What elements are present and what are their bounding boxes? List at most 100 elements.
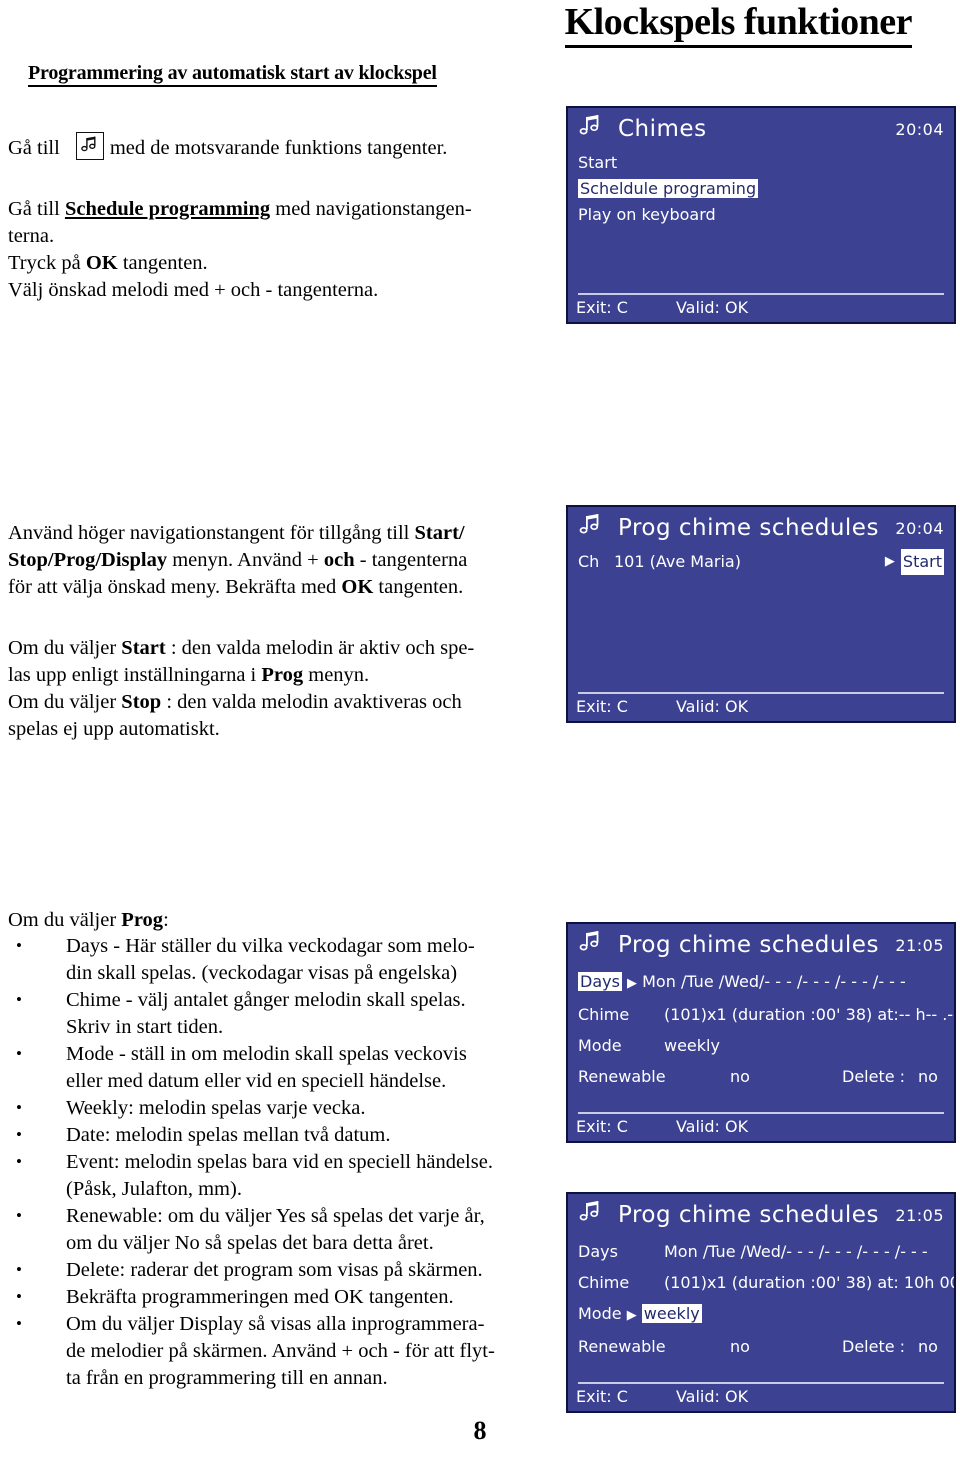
lcd4-header: Prog chime schedules 21:05 [568,1194,954,1232]
lcd3-days-label: Days [578,972,622,991]
nav-line-3: Tryck på OK tangenten. [8,250,556,277]
page-title-text: Klockspels funktioner [564,1,913,48]
lcd-screen-prog-mode: Prog chime schedules 21:05 Days Mon /Tue … [566,1192,956,1413]
prog-term: Prog [261,664,304,686]
nav-line-4: Välj önskad melodi med + och - tangenter… [8,279,379,301]
lcd2-footer-text: Exit: C Valid: OK [576,697,946,716]
list-item: Renewable: om du väljer Yes så spelas de… [8,1202,560,1230]
page-number: 8 [473,1416,487,1445]
menu-l1-pre: Använd höger navigationstangent för till… [8,522,415,544]
lcd1-item-play-label: Play on keyboard [578,205,716,224]
lcd-screen-prog-days: Prog chime schedules 21:05 Days ▶ Mon /T… [566,922,956,1143]
lcd3-chime-row[interactable]: Chime (101)x1 (duration :00' 38) at:-- h-… [578,999,954,1030]
list-item: Bekräfta programmeringen med OK tangente… [8,1283,560,1311]
list-item-text: din skall spelas. (veckodagar visas på e… [66,962,458,984]
lcd1-header: Chimes 20:04 [568,108,954,146]
list-item: Weekly: melodin spelas varje vecka. [8,1094,560,1122]
menu-line-2: Stop/Prog/Display menyn. Använd + och - … [8,547,556,574]
menu-line-3: för att välja önskad meny. Bekräfta med … [8,574,556,601]
lcd1-valid-label: Valid: OK [675,298,749,317]
lcd4-time: 21:05 [895,1205,944,1225]
list-item: Chime - välj antalet gånger melodin skal… [8,986,560,1014]
lcd4-renewable-label: Renewable [578,1337,666,1356]
page-title: Klockspels funktioner [0,0,913,48]
nav-line-1: Gå till Schedule programming med navigat… [8,196,556,223]
list-item-text: Chime - välj antalet gånger melodin skal… [66,989,466,1011]
list-item: ta från en programmering till en annan. [8,1365,560,1392]
prog-post: menyn. [303,664,370,686]
lcd2-channel-row: Ch 101 (Ave Maria) ▶ Start [578,549,944,575]
ok-term-2: OK [341,576,374,598]
lcd3-delete-label: Delete : [842,1067,906,1086]
menu-l3-pre: för att välja önskad meny. Bekräfta med [8,576,342,598]
lcd3-mode-row[interactable]: Mode weekly [578,1030,944,1061]
stop-post: : den valda melodin avaktiveras och [161,691,462,713]
lcd4-chime-row[interactable]: Chime (101)x1 (duration :00' 38) at: 10h … [578,1267,954,1298]
lcd1-menu-item-play[interactable]: Play on keyboard [578,202,944,228]
intro-paragraph: Gå till med de motsvarande funktions tang… [8,132,556,162]
lcd1-divider [578,293,944,295]
prog-intro-line: Om du väljer Prog: [8,907,556,934]
nav-post: med navigationstangen- [270,198,472,220]
lcd1-footer: Exit: C Valid: OK [568,293,954,322]
lcd3-days-row[interactable]: Days ▶ Mon /Tue /Wed/- - - /- - - /- - -… [578,966,944,999]
lcd4-mode-row[interactable]: Mode ▶ weekly [578,1298,944,1331]
stop-pre: Om du väljer [8,691,122,713]
lcd2-divider [578,692,944,694]
list-item: (Påsk, Julafton, mm). [8,1176,560,1203]
lcd1-menu-item-start[interactable]: Start [578,150,944,176]
list-item: Om du väljer Display så visas alla inpro… [8,1310,560,1338]
lcd4-renewable-row[interactable]: Renewable no Delete : no [578,1331,944,1362]
lcd2-title: Prog chime schedules [618,515,879,541]
music-note-icon [578,513,604,543]
lcd3-renewable-row[interactable]: Renewable no Delete : no [578,1061,944,1092]
lcd4-days-label: Days [578,1242,618,1261]
lcd4-mode-value: weekly [641,1304,702,1323]
start-stop-paragraph: Om du väljer Start : den valda melodin ä… [8,635,556,743]
lcd3-footer-text: Exit: C Valid: OK [576,1117,946,1136]
lcd2-ch-label: Ch [578,552,600,571]
play-arrow-icon: ▶ [884,554,895,569]
list-item-text: ta från en programmering till en annan. [66,1367,388,1389]
lcd1-footer-text: Exit: C Valid: OK [576,298,946,317]
lcd4-title: Prog chime schedules [618,1202,879,1228]
lcd3-footer: Exit: C Valid: OK [568,1112,954,1141]
navigation-instructions: Gå till Schedule programming med navigat… [8,196,556,304]
ok-term: OK [85,252,118,274]
lcd3-title: Prog chime schedules [618,932,879,958]
play-arrow-icon: ▶ [626,1308,637,1323]
list-item: Mode - ställ in om melodin skall spelas … [8,1040,560,1068]
list-item-text: de melodier på skärmen. Använd + och - f… [66,1340,495,1362]
list-item-text: Weekly: melodin spelas varje vecka. [66,1097,366,1119]
lcd4-exit-label: Exit: C [576,1387,628,1406]
music-note-icon [75,132,104,160]
prog-intro-post: : [163,909,169,931]
stop-desc-line-2: spelas ej upp automatiskt. [8,718,220,740]
lcd3-chime-value: (101)x1 (duration :00' 38) at:-- h-- .-- [664,1005,956,1024]
prog-pre: las upp enligt inställningarna i [8,664,262,686]
lcd3-mode-label: Mode [578,1036,622,1055]
lcd4-days-row[interactable]: Days Mon /Tue /Wed/- - - /- - - /- - - /-… [578,1236,944,1267]
start-pre: Om du väljer [8,637,122,659]
lcd3-exit-label: Exit: C [576,1117,628,1136]
ok-pre: Tryck på [8,252,86,274]
list-item-text: Renewable: om du väljer Yes så spelas de… [66,1205,485,1227]
start-term: Start/ [414,522,465,544]
lcd3-time: 21:05 [895,935,944,955]
lcd2-start-button[interactable]: Start [900,549,944,575]
list-item-text: (Påsk, Julafton, mm). [66,1178,242,1200]
ok-post: tangenten. [117,252,208,274]
list-item: de melodier på skärmen. Använd + och - f… [8,1338,560,1365]
lcd4-valid-label: Valid: OK [675,1387,749,1406]
lcd-screen-prog-chime-select: Prog chime schedules 20:04 Ch 101 (Ave M… [566,505,956,723]
lcd1-menu-item-schedule[interactable]: Scheldule programing [578,176,944,202]
intro-pre: Gå till [8,137,60,159]
list-item-text: Days - Här ställer du vilka veckodagar s… [66,935,475,957]
list-item-text: Om du väljer Display så visas alla inpro… [66,1313,485,1335]
lcd2-exit-label: Exit: C [576,697,628,716]
lcd3-chime-label: Chime [578,1005,630,1024]
stop-term: Stop [121,691,162,713]
lcd3-mode-value: weekly [664,1036,720,1055]
lcd3-delete-value: no [918,1067,938,1086]
play-arrow-icon: ▶ [627,976,638,991]
